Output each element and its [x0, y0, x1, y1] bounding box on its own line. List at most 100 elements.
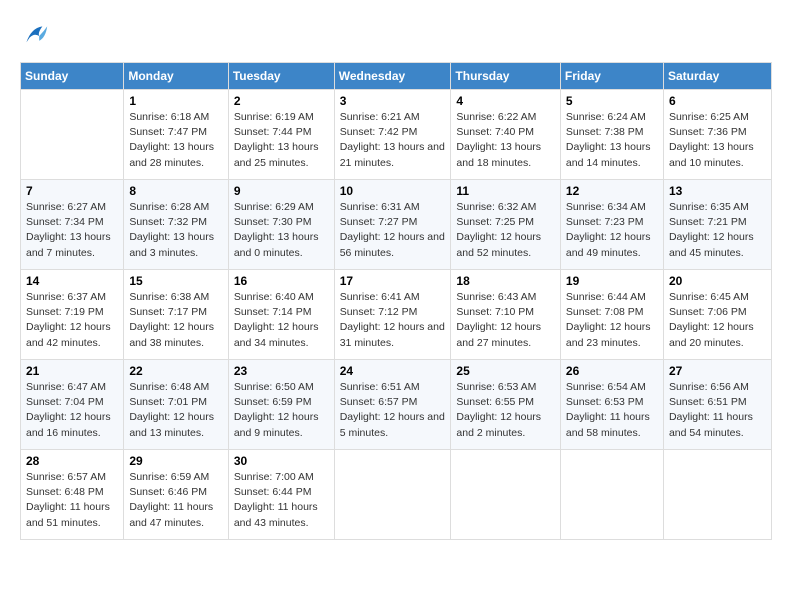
- day-number: 28: [26, 454, 118, 468]
- day-cell: 29Sunrise: 6:59 AMSunset: 6:46 PMDayligh…: [124, 450, 228, 540]
- day-cell: 18Sunrise: 6:43 AMSunset: 7:10 PMDayligh…: [451, 270, 561, 360]
- day-info-line: Sunrise: 6:47 AM: [26, 381, 106, 393]
- day-info: Sunrise: 6:45 AMSunset: 7:06 PMDaylight:…: [669, 290, 766, 351]
- day-info-line: Daylight: 13 hours and 28 minutes.: [129, 141, 214, 168]
- day-number: 2: [234, 94, 329, 108]
- day-info-line: Sunrise: 6:44 AM: [566, 291, 646, 303]
- day-info: Sunrise: 6:31 AMSunset: 7:27 PMDaylight:…: [340, 200, 446, 261]
- day-header-friday: Friday: [560, 63, 663, 90]
- day-info-line: Sunrise: 6:51 AM: [340, 381, 420, 393]
- day-info-line: Sunrise: 6:34 AM: [566, 201, 646, 213]
- day-info-line: Sunset: 7:08 PM: [566, 306, 644, 318]
- day-number: 10: [340, 184, 446, 198]
- day-info-line: Sunset: 6:46 PM: [129, 486, 207, 498]
- day-info: Sunrise: 6:41 AMSunset: 7:12 PMDaylight:…: [340, 290, 446, 351]
- day-number: 8: [129, 184, 222, 198]
- day-info-line: Sunrise: 6:50 AM: [234, 381, 314, 393]
- day-info-line: Daylight: 12 hours and 23 minutes.: [566, 321, 651, 348]
- day-info-line: Sunset: 7:40 PM: [456, 126, 534, 138]
- day-info-line: Sunset: 6:51 PM: [669, 396, 747, 408]
- day-header-wednesday: Wednesday: [334, 63, 451, 90]
- day-info-line: Sunset: 7:44 PM: [234, 126, 312, 138]
- day-cell: 24Sunrise: 6:51 AMSunset: 6:57 PMDayligh…: [334, 360, 451, 450]
- day-cell: 23Sunrise: 6:50 AMSunset: 6:59 PMDayligh…: [228, 360, 334, 450]
- day-info-line: Sunrise: 6:22 AM: [456, 111, 536, 123]
- day-info-line: Sunset: 7:19 PM: [26, 306, 104, 318]
- day-info-line: Sunrise: 6:21 AM: [340, 111, 420, 123]
- day-info-line: Daylight: 13 hours and 3 minutes.: [129, 231, 214, 258]
- day-info: Sunrise: 6:40 AMSunset: 7:14 PMDaylight:…: [234, 290, 329, 351]
- day-info-line: Sunrise: 7:00 AM: [234, 471, 314, 483]
- day-info: Sunrise: 6:44 AM Sunset: 7:08 PM Daylight:…: [566, 290, 658, 351]
- day-cell: 12Sunrise: 6:34 AMSunset: 7:23 PMDayligh…: [560, 180, 663, 270]
- week-row-4: 21 Sunrise: 6:47 AM Sunset: 7:04 PM Dayligh…: [21, 360, 772, 450]
- day-info-line: Sunset: 7:38 PM: [566, 126, 644, 138]
- day-info-line: Daylight: 11 hours and 54 minutes.: [669, 411, 753, 438]
- day-number: 13: [669, 184, 766, 198]
- day-info: Sunrise: 6:24 AMSunset: 7:38 PMDaylight:…: [566, 110, 658, 171]
- day-info: Sunrise: 6:56 AMSunset: 6:51 PMDaylight:…: [669, 380, 766, 441]
- day-info: Sunrise: 6:27 AMSunset: 7:34 PMDaylight:…: [26, 200, 118, 261]
- day-info-line: Sunset: 7:30 PM: [234, 216, 312, 228]
- day-cell: 21Sunrise: 6:47 AMSunset: 7:04 PMDayligh…: [21, 360, 124, 450]
- day-number: 25: [456, 364, 555, 378]
- day-info-line: Sunrise: 6:53 AM: [456, 381, 536, 393]
- day-info: Sunrise: 6:34 AMSunset: 7:23 PMDaylight:…: [566, 200, 658, 261]
- day-cell: 8Sunrise: 6:28 AMSunset: 7:32 PMDaylight…: [124, 180, 228, 270]
- day-cell: 6Sunrise: 6:25 AMSunset: 7:36 PMDaylight…: [663, 90, 771, 180]
- day-info: Sunrise: 6:47 AMSunset: 7:04 PMDaylight:…: [26, 380, 118, 441]
- page-header: [20, 20, 772, 52]
- day-info-line: Sunset: 7:32 PM: [129, 216, 207, 228]
- day-info-line: Daylight: 11 hours and 51 minutes.: [26, 501, 110, 528]
- day-cell: [663, 450, 771, 540]
- day-info-line: Sunrise: 6:29 AM: [234, 201, 314, 213]
- day-info-line: Sunset: 7:42 PM: [340, 126, 418, 138]
- day-number: 9: [234, 184, 329, 198]
- day-info: Sunrise: 6:25 AMSunset: 7:36 PMDaylight:…: [669, 110, 766, 171]
- day-info-line: Daylight: 12 hours and 52 minutes.: [456, 231, 541, 258]
- day-info: Sunrise: 6:37 AM Sunset: 7:19 PM Daylight:…: [26, 290, 118, 351]
- day-cell: 14Sunrise: 6:37 AMSunset: 7:19 PMDayligh…: [21, 270, 124, 360]
- day-info-line: Sunrise: 6:38 AM: [129, 291, 209, 303]
- day-cell: 19Sunrise: 6:44 AMSunset: 7:08 PMDayligh…: [560, 270, 663, 360]
- day-info-line: Sunset: 6:59 PM: [234, 396, 312, 408]
- day-cell: 17Sunrise: 6:41 AMSunset: 7:12 PMDayligh…: [334, 270, 451, 360]
- day-info-line: Sunset: 7:04 PM: [26, 396, 104, 408]
- day-info: Sunrise: 6:35 AMSunset: 7:21 PMDaylight:…: [669, 200, 766, 261]
- week-row-3: 14Sunrise: 6:37 AMSunset: 7:19 PMDayligh…: [21, 270, 772, 360]
- day-info: Sunrise: 6:29 AMSunset: 7:30 PMDaylight:…: [234, 200, 329, 261]
- day-info-line: Sunset: 7:34 PM: [26, 216, 104, 228]
- day-info-line: Sunset: 7:14 PM: [234, 306, 312, 318]
- day-info-line: Sunrise: 6:37 AM: [26, 291, 106, 303]
- day-info-line: Daylight: 12 hours and 31 minutes.: [340, 321, 445, 348]
- day-header-sunday: Sunday: [21, 63, 124, 90]
- day-info: Sunrise: 6:21 AMSunset: 7:42 PMDaylight:…: [340, 110, 446, 171]
- day-info: Sunrise: 6:54 AMSunset: 6:53 PMDaylight:…: [566, 380, 658, 441]
- day-info-line: Sunset: 7:06 PM: [669, 306, 747, 318]
- day-info-line: Sunset: 7:17 PM: [129, 306, 207, 318]
- day-info: Sunrise: 6:18 AMSunset: 7:47 PMDaylight:…: [129, 110, 222, 171]
- day-info-line: Daylight: 12 hours and 13 minutes.: [129, 411, 214, 438]
- day-header-saturday: Saturday: [663, 63, 771, 90]
- day-cell: [560, 450, 663, 540]
- day-info-line: Daylight: 13 hours and 10 minutes.: [669, 141, 754, 168]
- day-number: 23: [234, 364, 329, 378]
- day-cell: 1Sunrise: 6:18 AMSunset: 7:47 PMDaylight…: [124, 90, 228, 180]
- day-info: Sunrise: 6:43 AMSunset: 7:10 PMDaylight:…: [456, 290, 555, 351]
- day-info-line: Daylight: 12 hours and 42 minutes.: [26, 321, 111, 348]
- day-info-line: Daylight: 12 hours and 56 minutes.: [340, 231, 445, 258]
- day-info-line: Daylight: 12 hours and 49 minutes.: [566, 231, 651, 258]
- day-info: Sunrise: 6:22 AMSunset: 7:40 PMDaylight:…: [456, 110, 555, 171]
- day-info-line: Daylight: 12 hours and 2 minutes.: [456, 411, 541, 438]
- day-number: 21: [26, 364, 118, 378]
- day-cell: 30Sunrise: 7:00 AMSunset: 6:44 PMDayligh…: [228, 450, 334, 540]
- day-cell: 7Sunrise: 6:27 AMSunset: 7:34 PMDaylight…: [21, 180, 124, 270]
- day-info-line: Sunrise: 6:35 AM: [669, 201, 749, 213]
- day-cell: 16Sunrise: 6:40 AMSunset: 7:14 PMDayligh…: [228, 270, 334, 360]
- day-info: Sunrise: 6:59 AMSunset: 6:46 PMDaylight:…: [129, 470, 222, 531]
- day-number: 3: [340, 94, 446, 108]
- day-info-line: Daylight: 12 hours and 38 minutes.: [129, 321, 214, 348]
- day-info-line: Sunset: 6:57 PM: [340, 396, 418, 408]
- week-row-5: 28Sunrise: 6:57 AMSunset: 6:48 PMDayligh…: [21, 450, 772, 540]
- day-info-line: Sunrise: 6:54 AM: [566, 381, 646, 393]
